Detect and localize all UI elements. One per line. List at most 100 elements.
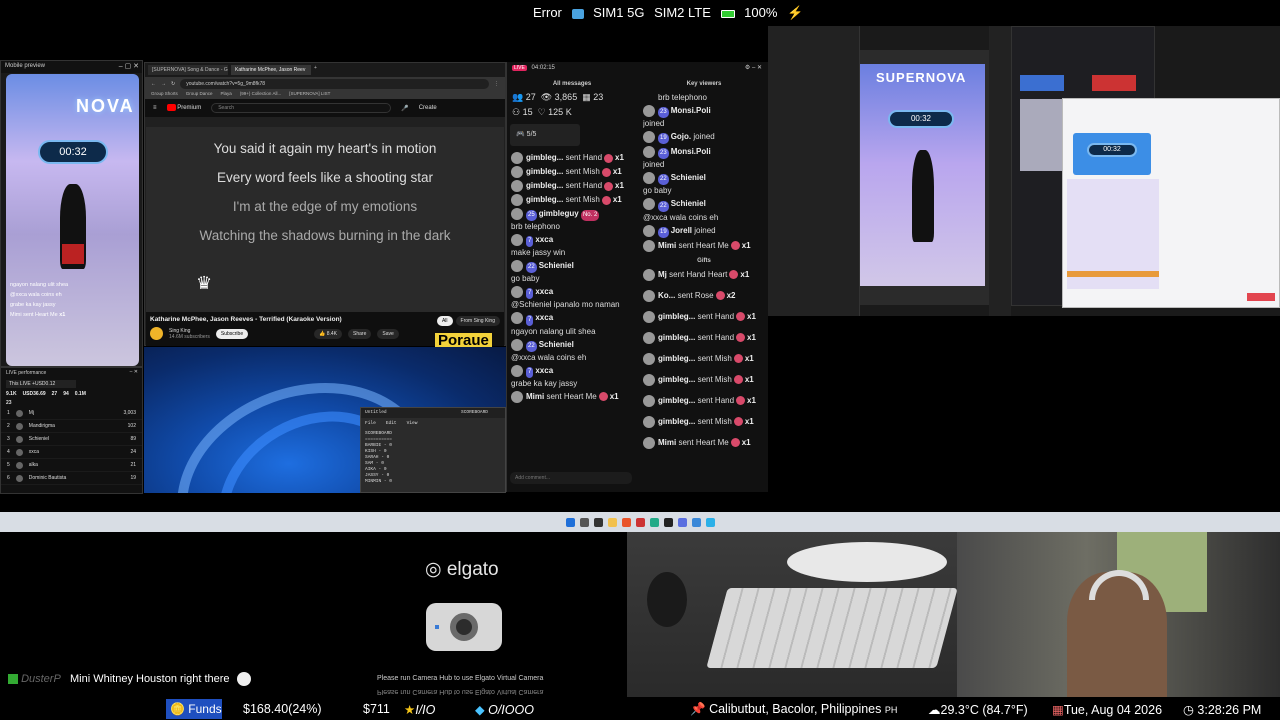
mic-icon[interactable]: 🎤 <box>401 105 408 112</box>
ranking-row[interactable]: 4 xxca 24 <box>1 446 142 459</box>
browser-tab[interactable]: [SUPERNOVA] Song & Dance - Goo <box>148 65 228 75</box>
level-badge: 23 <box>658 148 669 160</box>
gift-message[interactable]: gimbleg... sent Mish x1 <box>643 352 765 365</box>
chat-message[interactable]: gimbleg... sent Hand x1 <box>511 152 633 164</box>
gift-count: x1 <box>609 391 619 401</box>
key-message[interactable]: 19 Gojo. joined <box>643 131 765 145</box>
task-view-icon[interactable] <box>593 517 603 527</box>
gift-message[interactable]: Ko... sent Rose x2 <box>643 289 765 302</box>
studio-preview[interactable]: SUPERNOVA 00:32 <box>860 64 985 286</box>
avatar <box>511 260 523 273</box>
key-message[interactable]: 23 Monsi.Poli joined <box>643 146 765 170</box>
dashboard-action-button[interactable] <box>1247 293 1275 301</box>
notepad-text[interactable]: SCOREBOARD ========== BARBIE - 0 KISH - … <box>361 429 505 487</box>
save-button[interactable]: Save <box>377 328 399 339</box>
menu-view[interactable]: View <box>407 421 418 426</box>
key-message[interactable]: 19 Jorell joined <box>643 224 765 238</box>
chat-message[interactable]: 7 xxca ngayon nalang ulit shea <box>511 312 633 336</box>
key-message[interactable]: 22 Schieniel @xxca wala coins eh <box>643 198 765 222</box>
username: gimbleg... <box>526 195 564 205</box>
video-player[interactable]: You said it again my heart's in motion E… <box>146 127 504 312</box>
dashboard-window: 00:32 <box>1062 98 1280 308</box>
chat-message[interactable]: gimbleg... sent Mish x1 <box>511 194 633 206</box>
key-message[interactable]: Mimi sent Heart Me x1 <box>643 239 765 252</box>
app-icon[interactable] <box>691 517 701 527</box>
message-text: go baby <box>511 274 540 284</box>
menu-edit[interactable]: Edit <box>386 421 397 426</box>
window-controls[interactable]: ⚙ – ✕ <box>745 64 762 71</box>
url-input[interactable]: youtube.com/watch?v=5g_9m8fk78 <box>180 78 489 89</box>
filter-from-channel[interactable]: From Sing King <box>455 316 500 326</box>
bookmark[interactable]: Group Shorts <box>151 91 178 98</box>
file-explorer-icon[interactable] <box>607 517 617 527</box>
app-icon[interactable] <box>705 517 715 527</box>
live-badge: LIVE <box>512 65 527 71</box>
key-message[interactable]: 22 Schieniel go baby <box>643 172 765 196</box>
gift-message[interactable]: gimbleg... sent Mish x1 <box>643 373 765 386</box>
chat-message[interactable]: 7 xxca @Schieniel ipanalo mo naman <box>511 286 633 310</box>
app-icon[interactable] <box>663 517 673 527</box>
window-controls[interactable]: – ✕ <box>130 369 138 375</box>
chat-message[interactable]: 7 xxca make jassy win <box>511 234 633 258</box>
ranking-row[interactable]: 3 Schieniel 89 <box>1 433 142 446</box>
new-tab-icon[interactable]: + <box>314 65 317 75</box>
menu-icon[interactable]: ≡ <box>153 105 157 111</box>
like-button[interactable]: 👍 8.4K <box>314 328 343 339</box>
chat-message[interactable]: 25 gimbleguy No. 2 brb telephono <box>511 208 633 232</box>
brave-icon[interactable] <box>621 517 631 527</box>
menu-file[interactable]: File <box>365 421 376 426</box>
gift-count: 23 <box>593 92 604 102</box>
comment: @xxca wala coins eh <box>10 292 62 298</box>
search-input[interactable]: Search <box>211 103 392 113</box>
gift-message[interactable]: gimbleg... sent Hand x1 <box>643 331 765 344</box>
bookmark[interactable]: Playa <box>221 91 232 98</box>
app-icon[interactable] <box>677 517 687 527</box>
gift-message[interactable]: gimbleg... sent Hand x1 <box>643 310 765 323</box>
chat-message[interactable]: 22 Schieniel @xxca wala coins eh <box>511 338 633 363</box>
bookmark[interactable]: (99+) Collection All... <box>240 91 281 98</box>
ranking-row[interactable]: 1 Mj 3,003 <box>1 407 142 420</box>
app-icon[interactable] <box>635 517 645 527</box>
gift-message[interactable]: gimbleg... sent Hand x1 <box>643 394 765 407</box>
chat-message[interactable]: 22 Schieniel go baby <box>511 260 633 284</box>
gift-message[interactable]: Mj sent Hand Heart x1 <box>643 268 765 281</box>
ranking-row[interactable]: 5 alka 21 <box>1 459 142 472</box>
chat-message[interactable]: Mimi sent Heart Me x1 <box>511 390 633 403</box>
key-message[interactable]: 23 Monsi.Poli joined <box>643 105 765 129</box>
comment-input[interactable]: Add comment... <box>510 472 632 484</box>
ranking-row[interactable]: 2 Mandirigma 102 <box>1 420 142 433</box>
chat-message[interactable]: 7 xxca grabe ka kay jassy <box>511 364 633 389</box>
channel-avatar[interactable] <box>150 327 163 340</box>
ranking-row[interactable]: 6 Dominic Bautista 19 <box>1 472 142 485</box>
start-icon[interactable] <box>565 517 575 527</box>
avatar <box>15 435 23 443</box>
gift-message[interactable]: Mimi sent Heart Me x1 <box>643 436 765 449</box>
bookmark[interactable]: [SUPERNOVA] LIST <box>289 91 330 98</box>
obs-blue-button[interactable] <box>1020 75 1064 91</box>
search-icon[interactable] <box>579 517 589 527</box>
reload-icon[interactable]: ↻ <box>171 81 175 87</box>
window-controls[interactable]: – ▢ ✕ <box>119 62 139 70</box>
gift-message[interactable]: gimbleg... sent Mish x1 <box>643 415 765 428</box>
avatar <box>511 312 523 325</box>
notepad-tab[interactable]: SCOREBOARD <box>461 410 488 415</box>
bookmark[interactable]: Group Dance <box>186 91 213 98</box>
filter-all[interactable]: All <box>436 316 453 326</box>
forward-icon[interactable]: → <box>161 81 166 87</box>
extensions-icon[interactable]: ⋮ <box>494 81 499 87</box>
key-message[interactable]: brb telephono <box>643 92 765 103</box>
create-button[interactable]: Create <box>419 105 437 111</box>
browser-tab-active[interactable]: Katharine McPhee, Jason Reev <box>231 65 311 75</box>
chat-message[interactable]: gimbleg... sent Hand x1 <box>511 180 633 192</box>
level-badge: 22 <box>526 340 537 352</box>
subscribe-button[interactable]: Subscribe <box>215 328 249 339</box>
message-text: grabe ka kay jassy <box>511 378 578 388</box>
tray <box>787 542 947 582</box>
avatar <box>643 394 655 407</box>
youtube-logo[interactable]: Premium <box>166 104 201 112</box>
chat-message[interactable]: gimbleg... sent Mish x1 <box>511 166 633 178</box>
back-icon[interactable]: ← <box>151 81 156 87</box>
obs-red-button[interactable] <box>1092 75 1136 91</box>
app-icon[interactable] <box>649 517 659 527</box>
share-button[interactable]: Share <box>348 328 372 339</box>
